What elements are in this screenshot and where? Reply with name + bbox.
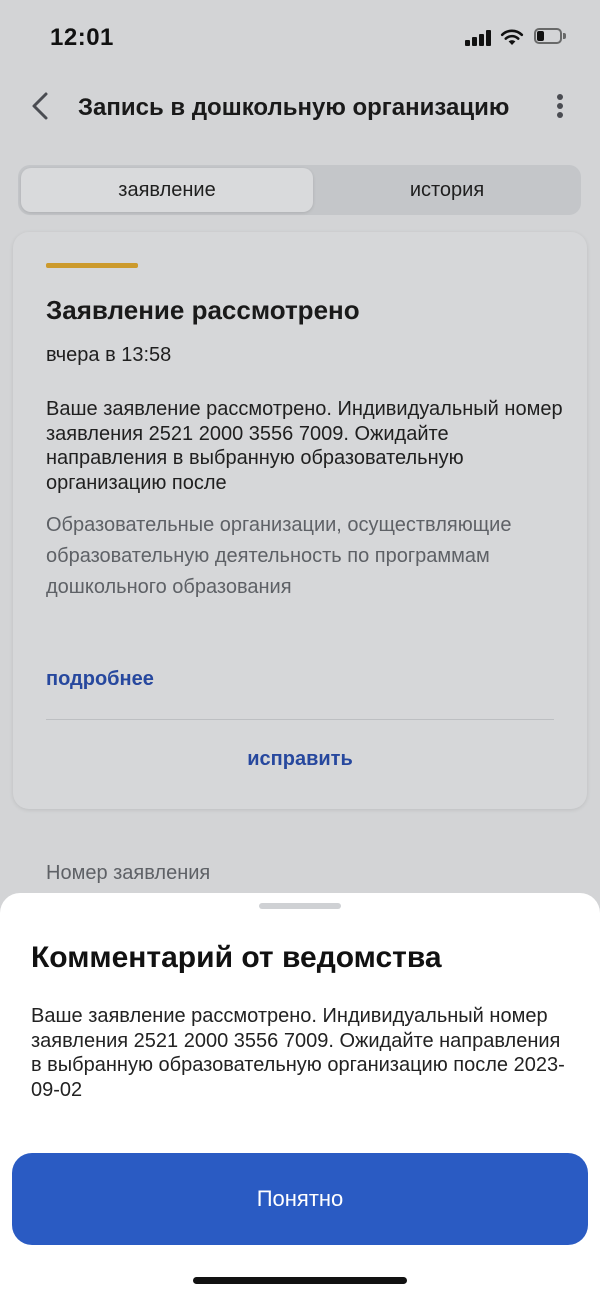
more-options-button[interactable] xyxy=(548,90,572,122)
wifi-icon xyxy=(500,28,524,46)
home-indicator xyxy=(193,1277,407,1284)
status-message: Ваше заявление рассмотрено. Индивидуальн… xyxy=(46,398,563,494)
understood-button[interactable]: Понятно xyxy=(12,1153,588,1245)
tab-application[interactable]: заявление xyxy=(21,168,313,212)
fix-application-button[interactable]: исправить xyxy=(13,748,587,771)
segmented-tabs: заявление история xyxy=(18,165,581,215)
battery-icon xyxy=(534,28,566,46)
app-screen: 12:01 Запись в дошкольную организацию за… xyxy=(0,0,600,1297)
card-divider xyxy=(46,719,554,720)
status-bar: 12:01 xyxy=(0,0,600,76)
details-link[interactable]: подробнее xyxy=(46,668,154,691)
top-app-bar: Запись в дошкольную организацию xyxy=(0,76,600,140)
sheet-grabber[interactable] xyxy=(259,903,341,909)
status-timestamp: вчера в 13:58 xyxy=(46,344,172,366)
status-time: 12:01 xyxy=(50,24,114,51)
signal-icon xyxy=(465,30,491,46)
tab-history[interactable]: история xyxy=(316,168,578,212)
organization-type-text: Образовательные организации, осуществляю… xyxy=(46,514,512,598)
back-button[interactable] xyxy=(26,88,56,124)
page-title: Запись в дошкольную организацию xyxy=(78,94,510,121)
application-number-label: Номер заявления xyxy=(46,862,211,884)
status-accent-bar xyxy=(46,263,138,268)
comment-bottom-sheet: Комментарий от ведомства Ваше заявление … xyxy=(0,893,600,1297)
sheet-title: Комментарий от ведомства xyxy=(31,941,442,974)
sheet-comment-text: Ваше заявление рассмотрено. Индивидуальн… xyxy=(31,1005,565,1101)
application-status-card: Заявление рассмотрено вчера в 13:58 Ваше… xyxy=(13,232,587,809)
status-title: Заявление рассмотрено xyxy=(46,295,360,325)
chevron-left-icon xyxy=(32,92,48,120)
